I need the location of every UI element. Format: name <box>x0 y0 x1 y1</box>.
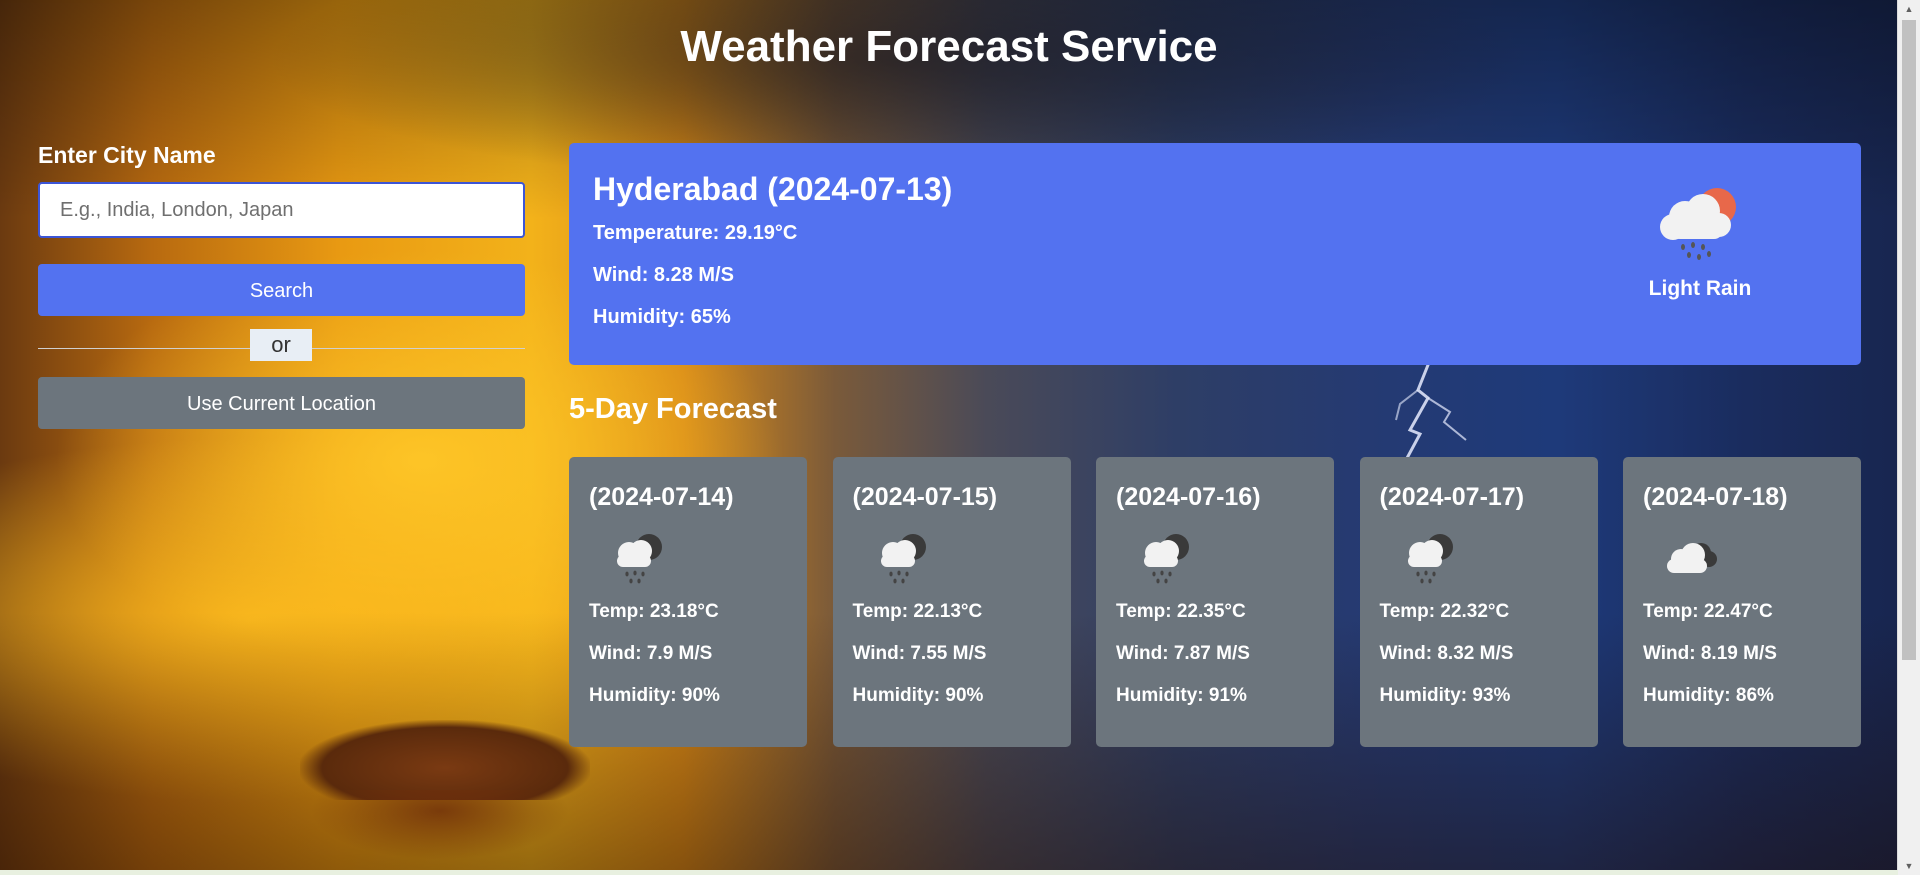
rain-night-icon <box>617 534 662 584</box>
island-reflection <box>310 790 570 860</box>
rain-night-icon <box>880 534 926 584</box>
forecast-date: (2024-07-16) <box>1116 483 1261 511</box>
lightning-graphic <box>1395 360 1467 460</box>
forecast-heading: 5-Day Forecast <box>569 393 777 425</box>
or-divider: or <box>38 329 525 361</box>
current-condition: Light Rain <box>1625 183 1775 301</box>
scroll-up-arrow-icon[interactable]: ▲ <box>1898 0 1920 18</box>
city-input[interactable] <box>38 182 525 238</box>
forecast-humidity: Humidity: 86% <box>1643 685 1774 706</box>
forecast-humidity: Humidity: 91% <box>1116 685 1247 706</box>
current-weather-card: Hyderabad (2024-07-13) Temperature: 29.1… <box>569 143 1861 365</box>
forecast-temp: Temp: 22.32°C <box>1379 601 1510 622</box>
forecast-date: (2024-07-18) <box>1643 483 1788 511</box>
bottom-edge <box>0 870 1898 875</box>
broken-clouds-icon <box>1667 543 1717 573</box>
light-rain-sun-icon <box>1660 188 1736 260</box>
rain-night-icon <box>1144 534 1189 584</box>
forecast-list: (2024-07-14) Temp: 23.18°C Wind: 7.9 M/S… <box>569 457 1861 747</box>
forecast-humidity: Humidity: 90% <box>589 685 720 706</box>
use-current-location-button[interactable]: Use Current Location <box>38 377 525 429</box>
page-title: Weather Forecast Service <box>680 22 1218 71</box>
forecast-wind: Wind: 7.55 M/S <box>852 643 987 664</box>
forecast-date: (2024-07-15) <box>852 483 998 511</box>
scrollbar-thumb[interactable] <box>1902 20 1916 660</box>
forecast-temp: Temp: 23.18°C <box>589 601 719 622</box>
forecast-card: (2024-07-14) Temp: 23.18°C Wind: 7.9 M/S… <box>569 457 807 747</box>
forecast-humidity: Humidity: 93% <box>1379 685 1511 706</box>
forecast-date: (2024-07-17) <box>1379 483 1525 511</box>
forecast-humidity: Humidity: 90% <box>852 685 984 706</box>
forecast-card: (2024-07-16) Temp: 22.35°C Wind: 7.87 M/… <box>1096 457 1334 747</box>
search-button[interactable]: Search <box>38 264 525 316</box>
search-panel: Enter City Name Search or Use Current Lo… <box>38 142 525 429</box>
forecast-temp: Temp: 22.47°C <box>1643 601 1773 622</box>
forecast-wind: Wind: 7.9 M/S <box>589 643 713 664</box>
page-scrollbar[interactable]: ▲ ▼ <box>1897 0 1920 875</box>
forecast-temp: Temp: 22.35°C <box>1116 601 1246 622</box>
current-humidity: Humidity: 65% <box>593 306 731 328</box>
forecast-date: (2024-07-14) <box>589 483 734 511</box>
forecast-wind: Wind: 8.32 M/S <box>1379 643 1514 664</box>
city-input-label: Enter City Name <box>38 142 216 168</box>
forecast-wind: Wind: 7.87 M/S <box>1116 643 1250 664</box>
forecast-card: (2024-07-15) Temp: 22.13°C Wind: 7.55 M/… <box>832 457 1071 747</box>
rain-night-icon <box>1407 534 1453 584</box>
or-text: or <box>250 329 312 361</box>
forecast-card: (2024-07-18) Temp: 22.47°C Wind: 8.19 M/… <box>1623 457 1861 747</box>
scroll-down-arrow-icon[interactable]: ▼ <box>1898 857 1920 875</box>
forecast-card: (2024-07-17) Temp: 22.32°C Wind: 8.32 M/… <box>1359 457 1598 747</box>
forecast-temp: Temp: 22.13°C <box>852 601 983 622</box>
current-description: Light Rain <box>1648 277 1752 300</box>
island-graphic <box>300 720 590 800</box>
forecast-wind: Wind: 8.19 M/S <box>1643 643 1777 664</box>
